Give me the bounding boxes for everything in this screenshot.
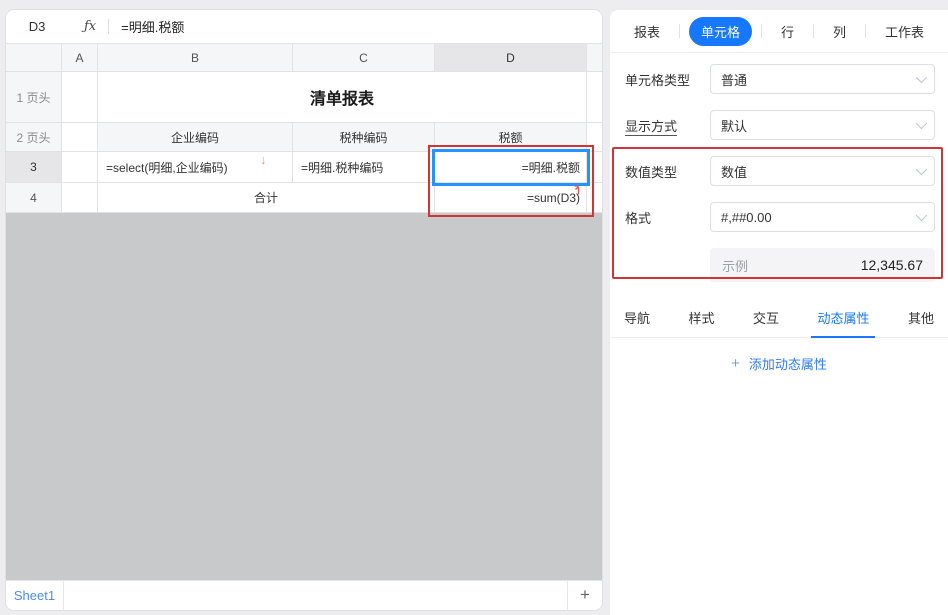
property-display-mode: 显示方式 默认 — [625, 110, 935, 140]
cell-b1-title[interactable]: 清单报表 — [98, 72, 587, 123]
cell-a3[interactable] — [62, 152, 98, 183]
subtab-style[interactable]: 样式 — [686, 302, 716, 337]
cell-type-dropdown[interactable]: 普通 — [710, 64, 935, 94]
subtab-dynamic-props[interactable]: 动态属性 — [815, 302, 871, 337]
column-header-d[interactable]: D — [435, 44, 587, 72]
sheet-tab-bar: Sheet1 + — [6, 580, 602, 610]
format-value: #,##0.00 — [721, 210, 772, 225]
cell-b3[interactable]: =select(明细,企业编码) — [98, 152, 293, 183]
cell-c2[interactable]: 税种编码 — [293, 123, 435, 152]
plus-icon: + — [731, 355, 740, 372]
display-mode-label: 显示方式 — [625, 116, 710, 135]
add-sheet-button[interactable]: + — [567, 581, 602, 610]
tab-divider — [813, 24, 814, 38]
sub-tab-bar: 导航 样式 交互 动态属性 其他 — [610, 296, 948, 338]
subtab-other[interactable]: 其他 — [906, 302, 936, 337]
cell-d2[interactable]: 税额 — [435, 123, 587, 152]
cell-d3-selected[interactable]: =明细.税额 — [435, 152, 587, 183]
cell-a2[interactable] — [62, 123, 98, 152]
row-header-2[interactable]: 2 页头 — [6, 123, 62, 152]
tab-divider — [865, 24, 866, 38]
format-dropdown[interactable]: #,##0.00 — [710, 202, 935, 232]
subtab-navigation[interactable]: 导航 — [622, 302, 652, 337]
row-header-1[interactable]: 1 页头 — [6, 72, 62, 123]
display-mode-dropdown[interactable]: 默认 — [710, 110, 935, 140]
cell-b4-merged[interactable]: 合计 — [98, 183, 435, 213]
numeric-type-dropdown[interactable]: 数值 — [710, 156, 935, 186]
tab-row[interactable]: 行 — [771, 17, 804, 46]
format-sample-box: 示例 12,345.67 — [710, 248, 935, 282]
tab-report[interactable]: 报表 — [624, 17, 670, 46]
column-header-filler — [587, 44, 602, 72]
cell-type-label: 单元格类型 — [625, 70, 710, 89]
property-cell-type: 单元格类型 普通 — [625, 64, 935, 94]
formula-bar-divider — [108, 19, 109, 34]
property-format: 格式 #,##0.00 — [625, 202, 935, 232]
cell-c3[interactable]: =明细.税种编码 — [293, 152, 435, 183]
chevron-down-icon — [916, 164, 927, 175]
properties-panel: 报表 单元格 行 列 工作表 单元格类型 普通 显示方式 默认 数值 — [610, 10, 948, 615]
cell-b2[interactable]: 企业编码 — [98, 123, 293, 152]
fx-icon: ƒx — [84, 19, 96, 34]
add-dynamic-property-label: 添加动态属性 — [749, 354, 827, 373]
subtab-interaction[interactable]: 交互 — [751, 302, 781, 337]
add-dynamic-property-link[interactable]: + 添加动态属性 — [610, 354, 948, 373]
row1-filler — [587, 72, 602, 123]
numeric-type-value: 数值 — [721, 162, 747, 181]
row-header-3[interactable]: 3 — [6, 152, 62, 183]
grid-canvas: A B C D 1 页头 清单报表 2 页头 企业编码 税种编码 税额 3 =s… — [6, 44, 602, 580]
column-header-b[interactable]: B — [98, 44, 293, 72]
property-list: 单元格类型 普通 显示方式 默认 数值类型 数值 格式 — [610, 53, 948, 282]
tab-worksheet[interactable]: 工作表 — [875, 17, 934, 46]
formula-bar: D3 ƒx =明细.税额 — [6, 10, 602, 44]
chevron-down-icon — [916, 72, 927, 83]
sample-value: 12,345.67 — [861, 257, 923, 273]
tab-column[interactable]: 列 — [823, 17, 856, 46]
tab-divider — [761, 24, 762, 38]
row-header-4[interactable]: 4 — [6, 183, 62, 213]
cell-reference-box[interactable]: D3 — [6, 19, 68, 34]
property-numeric-type: 数值类型 数值 — [625, 156, 935, 186]
cell-a4[interactable] — [62, 183, 98, 213]
row2-filler — [587, 123, 602, 152]
chevron-down-icon — [916, 118, 927, 129]
format-sample-row: 示例 12,345.67 — [625, 248, 935, 282]
cell-type-value: 普通 — [721, 70, 747, 89]
row4-filler — [587, 183, 602, 213]
panel-tab-bar: 报表 单元格 行 列 工作表 — [610, 10, 948, 53]
formula-input[interactable]: =明细.税额 — [121, 17, 184, 36]
format-label: 格式 — [625, 208, 710, 227]
display-mode-value: 默认 — [721, 116, 747, 135]
spreadsheet-grid: A B C D 1 页头 清单报表 2 页头 企业编码 税种编码 税额 3 =s… — [6, 44, 602, 213]
cell-d4[interactable]: =sum(D3) — [435, 183, 587, 213]
tab-cell[interactable]: 单元格 — [689, 17, 752, 46]
cell-a1[interactable] — [62, 72, 98, 123]
grid-corner-cell[interactable] — [6, 44, 62, 72]
column-header-a[interactable]: A — [62, 44, 98, 72]
spreadsheet-designer-pane: D3 ƒx =明细.税额 A B C D 1 页头 清单报表 2 页头 企业编码… — [6, 10, 602, 610]
sample-label: 示例 — [722, 256, 748, 275]
chevron-down-icon — [916, 210, 927, 221]
numeric-type-label: 数值类型 — [625, 162, 710, 181]
row3-filler — [587, 152, 602, 183]
column-header-c[interactable]: C — [293, 44, 435, 72]
sheet-tab-sheet1[interactable]: Sheet1 — [6, 581, 64, 610]
tab-divider — [679, 24, 680, 38]
